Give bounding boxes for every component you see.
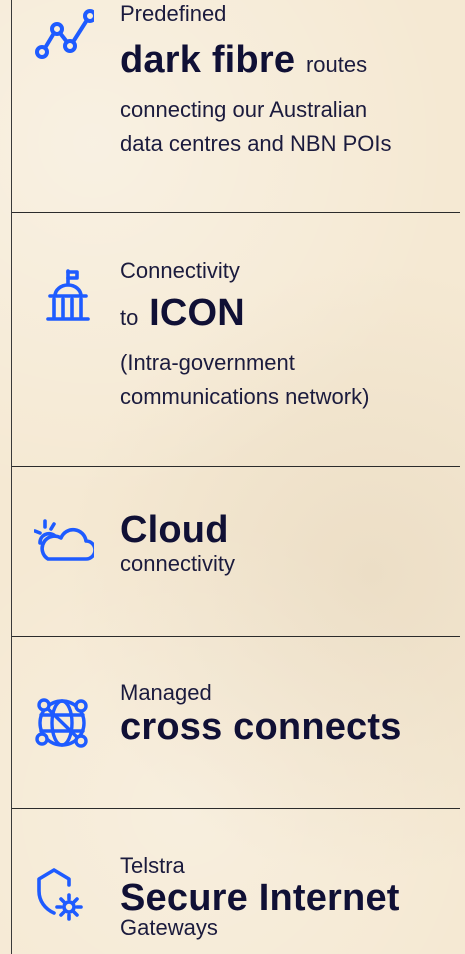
feature-headline-row: dark fibre routes <box>120 38 465 87</box>
feature-icon-connectivity: Connectivity to ICON (Intra-government c… <box>0 213 465 466</box>
feature-secure-internet: Telstra Secure Internet Gateways <box>0 809 465 954</box>
feature-prefix: Connectivity <box>120 258 240 283</box>
route-graph-icon <box>34 8 94 68</box>
feature-dark-fibre: Predefined dark fibre routes connecting … <box>0 0 465 212</box>
feature-cross-connects: Managed cross connects <box>0 637 465 808</box>
feature-headline-row: to ICON <box>120 291 465 340</box>
network-globe-icon <box>34 693 94 753</box>
feature-headline: Cloud <box>120 509 229 551</box>
feature-description-line2: communications network) <box>120 384 370 409</box>
feature-headline: ICON <box>149 292 245 334</box>
feature-description-line1: (Intra-government <box>120 350 295 375</box>
feature-description-line1: connecting our Australian <box>120 97 368 122</box>
shield-gear-icon <box>34 865 94 925</box>
feature-prefix: Predefined <box>120 1 227 26</box>
feature-prefix: Managed <box>120 680 212 705</box>
government-building-icon <box>34 269 94 329</box>
feature-description-line2: data centres and NBN POIs <box>120 131 392 156</box>
feature-headline-prefix: to <box>120 305 139 330</box>
feature-headline: cross connects <box>120 706 402 748</box>
feature-cloud-connectivity: Cloud connectivity <box>0 467 465 636</box>
cloud-icon <box>34 519 94 579</box>
feature-headline-suffix: routes <box>305 52 368 77</box>
feature-suffix: connectivity <box>120 551 235 576</box>
feature-headline: dark fibre <box>120 39 296 81</box>
